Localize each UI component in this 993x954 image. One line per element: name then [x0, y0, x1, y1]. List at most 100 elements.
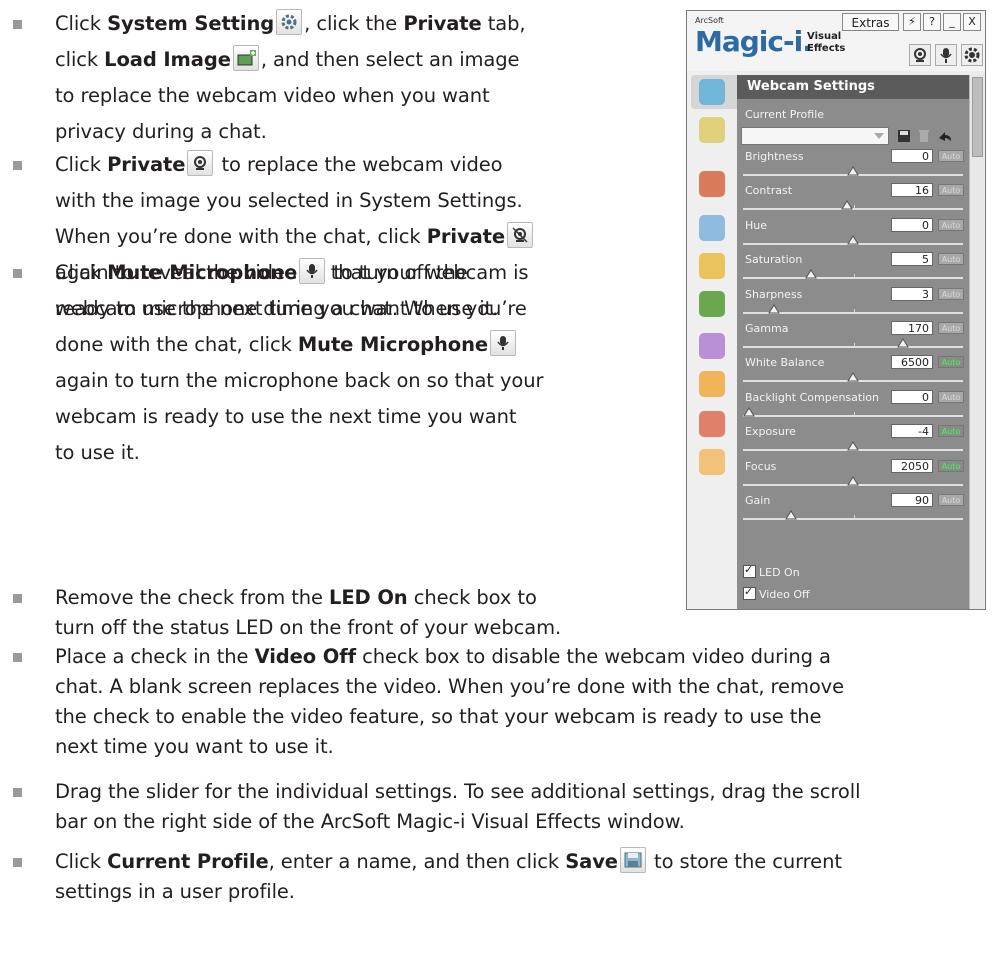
instruction-bullet: Click System Setting, click the Private … [13, 6, 526, 150]
auto-button[interactable]: Auto [938, 459, 964, 472]
bullet-marker [13, 269, 22, 278]
slider-thumb[interactable] [847, 234, 859, 245]
video-off-box[interactable] [743, 585, 756, 600]
auto-button[interactable]: Auto [938, 390, 964, 403]
auto-button[interactable]: Auto [938, 253, 964, 266]
extras-button[interactable]: Extras [842, 13, 899, 31]
setting-value-field[interactable]: 0 [891, 389, 933, 404]
auto-button[interactable]: Auto [938, 494, 964, 506]
text-run: to replace the webcam video when you wan… [55, 84, 490, 107]
face-tracking-icon[interactable] [699, 253, 725, 279]
slider-thumb[interactable] [805, 269, 818, 279]
private-icon[interactable] [909, 44, 931, 66]
setting-value-field[interactable]: 6500 [891, 355, 933, 370]
text-run: Click [55, 12, 108, 35]
setting-value-field[interactable]: 2050 [891, 458, 933, 473]
auto-button[interactable]: Auto [938, 322, 964, 334]
text-run: tab, [481, 12, 526, 35]
bold-term: Private [426, 225, 505, 248]
setting-value-field[interactable]: 16 [891, 183, 933, 198]
microphone-icon[interactable] [935, 44, 957, 66]
setting-value-field[interactable]: 170 [891, 321, 933, 335]
bold-term: Mute Microphone [297, 333, 489, 356]
slider-thumb[interactable] [768, 303, 780, 314]
slider-thumb[interactable] [897, 338, 909, 348]
help-button[interactable]: ? [923, 13, 941, 31]
setting-row: Hue 0 Auto [737, 216, 969, 254]
slider-thumb[interactable] [784, 510, 797, 520]
hand-gesture-icon[interactable] [699, 215, 725, 241]
text-run: Remove the check from the [55, 586, 329, 609]
auto-button[interactable]: Auto [938, 287, 964, 300]
frame-effect-icon[interactable] [699, 291, 725, 317]
text-line: webcam microphone during a chat. When yo… [55, 291, 543, 327]
minimize-button[interactable]: _ [943, 13, 961, 31]
bold-term: Private [107, 153, 186, 176]
slider-thumb[interactable] [743, 406, 755, 417]
fun-effects-icon[interactable] [699, 333, 725, 359]
setting-label: Backlight Compensation [745, 390, 879, 404]
slider-thumb[interactable] [847, 441, 859, 451]
setting-row: Focus 2050 Auto [737, 457, 969, 495]
character-icon[interactable] [699, 371, 725, 397]
microphone-icon [490, 330, 517, 356]
close-button[interactable]: X [963, 13, 981, 31]
text-line: the check to enable the video feature, s… [55, 702, 844, 732]
text-line: webcam is ready to use the next time you… [55, 399, 543, 435]
slider-track[interactable] [743, 277, 963, 280]
magic-i-logo: Magic-i. [695, 25, 813, 58]
text-line: Click Current Profile, enter a name, and… [55, 847, 842, 877]
mask-icon[interactable] [699, 449, 725, 475]
auto-button[interactable]: Auto [938, 356, 964, 369]
setting-value-field[interactable]: -4 [891, 424, 933, 439]
setting-value-field[interactable]: 3 [891, 286, 933, 301]
slider-track[interactable] [743, 346, 963, 348]
slider-center-tick [854, 343, 855, 347]
text-run: chat. A blank screen replaces the video.… [55, 675, 845, 698]
audio-effects-icon[interactable] [699, 117, 725, 143]
slider-thumb[interactable] [847, 372, 859, 382]
webcam-settings-icon[interactable] [699, 79, 725, 105]
slider-thumb[interactable] [840, 200, 853, 210]
delete-icon[interactable] [917, 129, 931, 143]
bold-term: Private [403, 12, 482, 35]
undo-icon[interactable] [937, 129, 953, 143]
slider-center-tick [854, 308, 855, 313]
emotion-icon[interactable] [699, 411, 725, 437]
scrollbar-thumb[interactable] [972, 77, 983, 157]
bold-term: LED On [329, 586, 408, 609]
current-profile-select[interactable] [741, 127, 889, 145]
auto-button[interactable]: Auto [938, 218, 964, 231]
setting-row: Brightness 0 Auto [737, 147, 969, 185]
flash-button[interactable]: ⚡ [903, 13, 921, 31]
panel-scrollbar[interactable] [969, 75, 984, 609]
setting-row: Gain 90 Auto [737, 491, 969, 529]
instruction-bullet: Click Current Profile, enter a name, and… [13, 847, 842, 907]
auto-button[interactable]: Auto [938, 425, 964, 438]
gear-icon[interactable] [961, 44, 983, 66]
led-on-checkbox[interactable]: LED On [743, 563, 800, 579]
text-line: Click System Setting, click the Private … [55, 6, 526, 42]
slider-track[interactable] [743, 518, 963, 520]
led-on-box[interactable] [743, 563, 756, 578]
setting-value-field[interactable]: 5 [891, 252, 933, 267]
text-line: Click Private to replace the webcam vide… [55, 147, 535, 183]
slider-track[interactable] [743, 208, 963, 211]
slider-track[interactable] [743, 414, 963, 417]
save-icon[interactable] [897, 129, 911, 143]
auto-button[interactable]: Auto [938, 184, 964, 197]
video-off-checkbox[interactable]: Video Off [743, 585, 810, 601]
panel-title: Webcam Settings [737, 75, 969, 99]
avatar-icon[interactable] [699, 171, 725, 197]
text-run: to turn off the [327, 261, 468, 284]
setting-value-field[interactable]: 0 [891, 217, 933, 232]
auto-button[interactable]: Auto [938, 150, 964, 162]
setting-value-field[interactable]: 0 [891, 149, 933, 163]
text-run: When you’re done with the chat, click [55, 225, 427, 248]
setting-value-field[interactable]: 90 [891, 493, 933, 507]
slider-thumb[interactable] [847, 475, 859, 486]
bold-term: System Setting [107, 12, 275, 35]
slider-thumb[interactable] [847, 166, 859, 176]
text-run: webcam is ready to use the next time you… [55, 405, 517, 428]
setting-label: Brightness [745, 150, 804, 163]
